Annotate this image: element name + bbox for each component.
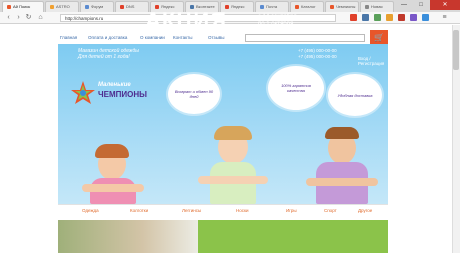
logo-text-top: Маленькие: [98, 82, 131, 88]
site-nav-link[interactable]: Главная: [60, 35, 77, 40]
address-bar: ‹ › ↻ ⌂ http://champions.ru ≡: [0, 12, 460, 24]
tab-label: ASTRO: [56, 4, 70, 9]
forward-icon[interactable]: ›: [14, 13, 23, 22]
cloud-badge: Возврат и обмен 90 дней: [168, 74, 220, 114]
hero-slogan: Магазин детской одежды Для детей от 1 го…: [78, 48, 139, 60]
tab-favicon-icon: [7, 4, 11, 9]
menu-icon[interactable]: ≡: [440, 13, 449, 22]
tab-favicon-icon: [295, 4, 299, 9]
cart-icon[interactable]: 🛒: [370, 30, 388, 45]
site-nav-link[interactable]: Контакты: [173, 35, 192, 40]
promo-green-panel: [198, 220, 388, 253]
promo-photo: [58, 220, 198, 253]
browser-tab[interactable]: Почта: [255, 1, 289, 12]
close-window-button[interactable]: ✕: [430, 0, 460, 10]
tab-favicon-icon: [120, 4, 124, 9]
tab-favicon-icon: [85, 4, 89, 9]
tab-label: Чемпионы: [336, 4, 356, 9]
tab-favicon-icon: [50, 4, 54, 9]
site-search-input[interactable]: [245, 34, 365, 42]
browser-tab[interactable]: Чемпионы: [325, 1, 359, 12]
tab-label: Ай Поиск: [13, 4, 31, 9]
category-link[interactable]: Другое: [358, 208, 372, 213]
phone-2: +7 (495) 000-00-00: [298, 54, 337, 59]
site-nav-link[interactable]: Отзывы: [208, 35, 224, 40]
tab-label: DNS: [126, 4, 135, 9]
cloud-badge: 100% гарантия качества: [268, 66, 324, 110]
login-link[interactable]: Вход / Регистрация: [358, 56, 388, 66]
category-link[interactable]: Игры: [286, 208, 297, 213]
browser-tab[interactable]: ASTRO: [45, 1, 79, 12]
browser-tab[interactable]: DNS: [115, 1, 149, 12]
reload-icon[interactable]: ↻: [24, 13, 33, 22]
category-link[interactable]: Спорт: [324, 208, 337, 213]
browser-tab[interactable]: Ай Поиск: [2, 1, 44, 12]
site-nav-link[interactable]: О компании: [140, 35, 165, 40]
tab-favicon-icon: [330, 4, 334, 9]
extension-icon[interactable]: [398, 14, 405, 21]
child-photo-boy-right: [306, 122, 378, 204]
minimize-button[interactable]: —: [396, 0, 412, 10]
tab-favicon-icon: [260, 4, 264, 9]
promo-dates: с 14 сентября по 1 октября: [258, 14, 297, 28]
home-icon[interactable]: ⌂: [36, 13, 45, 22]
category-link[interactable]: Одежда: [82, 208, 99, 213]
hero-banner: Магазин детской одежды Для детей от 1 го…: [58, 44, 388, 204]
tab-label: Почта: [266, 4, 278, 9]
site-nav-link[interactable]: Оплата и доставка: [88, 35, 127, 40]
tab-label: Новая: [371, 4, 383, 9]
cloud-badge: Удобная доставка: [328, 74, 382, 116]
slogan-line-2: Для детей от 1 года!: [78, 54, 130, 60]
back-icon[interactable]: ‹: [4, 13, 13, 22]
promo-date-to: по 1 октября: [258, 21, 294, 27]
extension-icon[interactable]: [362, 14, 369, 21]
extension-icon[interactable]: [386, 14, 393, 21]
extension-icon[interactable]: [350, 14, 357, 21]
tab-label: Яндекс: [231, 4, 245, 9]
promo-date-from: с 14 сентября: [258, 14, 297, 20]
browser-tab[interactable]: Каталог: [290, 1, 324, 12]
category-link[interactable]: Колготки: [130, 208, 148, 213]
phone-numbers: +7 (495) 000-00-00 +7 (495) 000-00-00: [298, 48, 337, 60]
browser-tab-bar: Ай Поиск ASTRO Форум DNS Яндекс Вконтакте Янде…: [0, 0, 460, 12]
extension-icon[interactable]: [374, 14, 381, 21]
browser-tab[interactable]: Форум: [80, 1, 114, 12]
tab-label: Каталог: [301, 4, 316, 9]
extension-icon[interactable]: [410, 14, 417, 21]
tab-favicon-icon: [365, 4, 369, 9]
scrollbar-thumb[interactable]: [453, 30, 459, 70]
category-bar: Одежда Колготки Леггинсы Носки Игры Спорт Друг…: [58, 204, 388, 216]
maximize-button[interactable]: □: [413, 0, 429, 10]
category-link[interactable]: Носки: [236, 208, 249, 213]
child-photo-girl-center: [198, 122, 268, 204]
tab-label: Форум: [91, 4, 104, 9]
logo-text-main: ЧЕМПИОНЫ: [98, 90, 147, 99]
category-link[interactable]: Леггинсы: [182, 208, 201, 213]
browser-tab[interactable]: Новая: [360, 1, 394, 12]
child-photo-girl-left: [78, 140, 148, 204]
promo-title: АКЦИЯ: [145, 8, 228, 33]
extension-icon[interactable]: [422, 14, 429, 21]
logo-star-icon: [71, 81, 95, 104]
promo-banner[interactable]: [58, 220, 388, 253]
